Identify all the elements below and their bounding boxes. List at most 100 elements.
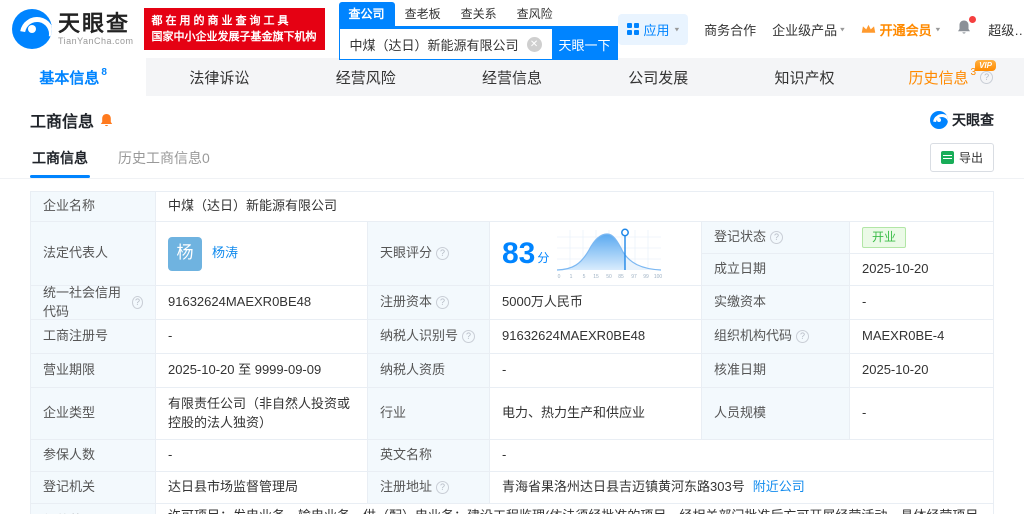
- tab-operating-info[interactable]: 经营信息: [439, 58, 585, 96]
- promo-banner-line2: 国家中小企业发展子基金旗下机构: [151, 31, 317, 43]
- field-value-paid-capital: -: [850, 286, 994, 320]
- field-label-staff-size: 人员规模: [702, 388, 850, 440]
- business-scope-label-wrap: 经营范围?: [43, 506, 112, 514]
- user-menu[interactable]: 超级… ▾: [988, 20, 1024, 39]
- field-value-registration-authority: 达日县市场监督管理局: [156, 472, 368, 504]
- registered-address-text: 青海省果洛州达日县吉迈镇黄河东路303号: [502, 479, 745, 495]
- tab-basic-info[interactable]: 基本信息 8: [0, 58, 147, 96]
- subtab-bar: 工商信息 历史工商信息0 导出: [0, 136, 1024, 179]
- nav-item-business-cooperation[interactable]: 商务合作: [704, 20, 756, 39]
- top-navigation: 应用 ▾ 商务合作 企业级产品 ▾ 开通会员 ▾ 超级…: [617, 13, 1024, 45]
- field-label-registration-number: 工商注册号: [31, 320, 156, 354]
- registration-status-label-text: 登记状态: [714, 229, 767, 245]
- subtab-business-info[interactable]: 工商信息: [30, 142, 90, 178]
- logo-text: 天眼查: [58, 11, 131, 36]
- tab-legal-proceedings-label: 法律诉讼: [189, 69, 250, 87]
- section-header: 工商信息 天眼查: [0, 96, 1024, 136]
- help-icon[interactable]: ?: [132, 296, 143, 309]
- field-label-industry: 行业: [368, 388, 490, 440]
- apps-menu[interactable]: 应用 ▾: [617, 13, 689, 45]
- search-tab-relation[interactable]: 查关系: [451, 2, 507, 26]
- promo-banner: 都在用的商业查询工具 国家中小企业发展子基金旗下机构: [143, 8, 325, 50]
- tab-history-info[interactable]: VIP 历史信息 3 ?: [878, 58, 1024, 96]
- business-info-table: 企业名称 中煤（达日）新能源有限公司 法定代表人 杨 杨涛 登记状态 ? 开业 …: [30, 191, 994, 514]
- field-value-establishment-date: 2025-10-20: [850, 254, 994, 286]
- help-icon[interactable]: ?: [462, 330, 476, 343]
- search-row: 天眼一下: [338, 28, 618, 60]
- svg-text:99: 99: [644, 274, 650, 280]
- tab-history-info-badge: 3: [970, 66, 977, 78]
- tab-operating-risk[interactable]: 经营风险: [293, 58, 439, 96]
- legal-rep-avatar[interactable]: 杨: [168, 236, 202, 271]
- field-value-registered-capital: 5000万人民币: [490, 286, 702, 320]
- promo-banner-line1: 都在用的商业查询工具: [151, 15, 292, 27]
- field-value-industry: 电力、热力生产和供应业: [490, 388, 702, 440]
- notifications-button[interactable]: [956, 16, 977, 39]
- export-button[interactable]: 导出: [929, 142, 994, 172]
- field-value-business-scope: 许可项目：发电业务、输电业务、供（配）电业务；建设工程监理(依法须经批准的项目，…: [156, 504, 994, 514]
- help-icon[interactable]: ?: [436, 481, 450, 494]
- registered-capital-label-text: 注册资本: [380, 294, 433, 310]
- company-tab-bar: 基本信息 8 法律诉讼 经营风险 经营信息 公司发展 知识产权 VIP 历史信息…: [0, 58, 1024, 96]
- hot-bell-icon: [100, 113, 113, 126]
- site-header: 天眼查 TianYanCha.com 都在用的商业查询工具 国家中小企业发展子基…: [0, 0, 1024, 60]
- open-vip-button[interactable]: 开通会员 ▾: [861, 20, 941, 39]
- subtab-history-business-info[interactable]: 历史工商信息0: [116, 142, 212, 178]
- field-label-organization-code: 组织机构代码 ?: [702, 320, 850, 354]
- help-icon[interactable]: ?: [796, 330, 810, 343]
- crown-icon: [861, 24, 875, 33]
- tab-operating-risk-label: 经营风险: [335, 69, 396, 87]
- section-title: 工商信息: [30, 108, 113, 132]
- search-input[interactable]: [338, 28, 552, 60]
- open-vip-label: 开通会员: [879, 22, 932, 38]
- notification-dot: [969, 16, 977, 23]
- help-icon[interactable]: ?: [436, 247, 450, 260]
- field-value-staff-size: -: [850, 388, 994, 440]
- apps-label: 应用: [643, 22, 670, 38]
- help-icon[interactable]: ?: [980, 70, 994, 84]
- nav-item-enterprise-products[interactable]: 企业级产品 ▾: [772, 20, 845, 39]
- tianyancha-company-page: 天眼查 TianYanCha.com 都在用的商业查询工具 国家中小企业发展子基…: [0, 0, 1024, 514]
- status-badge: 开业: [862, 227, 907, 248]
- field-label-paid-capital: 实缴资本: [702, 286, 850, 320]
- svg-text:1: 1: [570, 274, 573, 280]
- tab-basic-info-label: 基本信息: [39, 69, 100, 87]
- field-label-company-name: 企业名称: [31, 192, 156, 222]
- tianyancha-logo[interactable]: 天眼查 TianYanCha.com: [12, 9, 134, 49]
- registered-address-label-text: 注册地址: [380, 479, 433, 495]
- credit-code-label-text: 统一社会信用代码: [43, 284, 122, 319]
- search-tab-boss[interactable]: 查老板: [395, 2, 451, 26]
- help-icon[interactable]: ?: [770, 231, 784, 244]
- field-label-establishment-date: 成立日期: [702, 254, 850, 286]
- field-label-company-type: 企业类型: [31, 388, 156, 440]
- tianyancha-watermark-icon: [930, 111, 948, 129]
- tab-legal-proceedings[interactable]: 法律诉讼: [146, 58, 292, 96]
- export-button-label: 导出: [958, 150, 983, 165]
- tab-company-development[interactable]: 公司发展: [585, 58, 731, 96]
- score-bell-curve-chart[interactable]: 0 1 5 15 50 85 97 99 100: [553, 226, 665, 282]
- svg-text:5: 5: [583, 274, 586, 280]
- field-value-legal-representative: 杨 杨涛: [156, 222, 368, 286]
- field-value-company-type: 有限责任公司（非自然人投资或控股的法人独资）: [156, 388, 368, 440]
- search-button[interactable]: 天眼一下: [551, 28, 618, 60]
- svg-text:0: 0: [558, 274, 561, 280]
- tab-intellectual-property[interactable]: 知识产权: [731, 58, 877, 96]
- field-label-registration-authority: 登记机关: [31, 472, 156, 504]
- logo-domain: TianYanCha.com: [58, 36, 134, 46]
- logo-texts: 天眼查 TianYanCha.com: [58, 11, 134, 47]
- clear-search-icon[interactable]: ✕: [526, 37, 542, 52]
- nearby-companies-link[interactable]: 附近公司: [753, 478, 805, 497]
- help-icon[interactable]: ?: [436, 296, 450, 309]
- field-value-credit-code: 91632624MAEXR0BE48: [156, 286, 368, 320]
- bell-curve-fill-left: [557, 233, 626, 270]
- field-label-english-name: 英文名称: [368, 440, 490, 472]
- search-tab-risk[interactable]: 查风险: [507, 2, 563, 26]
- chevron-down-icon: ▾: [935, 24, 941, 33]
- section-title-text: 工商信息: [30, 114, 95, 131]
- legal-rep-link[interactable]: 杨涛: [212, 244, 238, 263]
- tianyancha-logo-icon: [12, 9, 52, 49]
- search-tab-company[interactable]: 查公司: [338, 2, 395, 26]
- chevron-down-icon: ▾: [840, 24, 845, 33]
- field-label-business-scope: 经营范围?: [31, 504, 156, 514]
- chevron-down-icon: ▾: [674, 24, 680, 33]
